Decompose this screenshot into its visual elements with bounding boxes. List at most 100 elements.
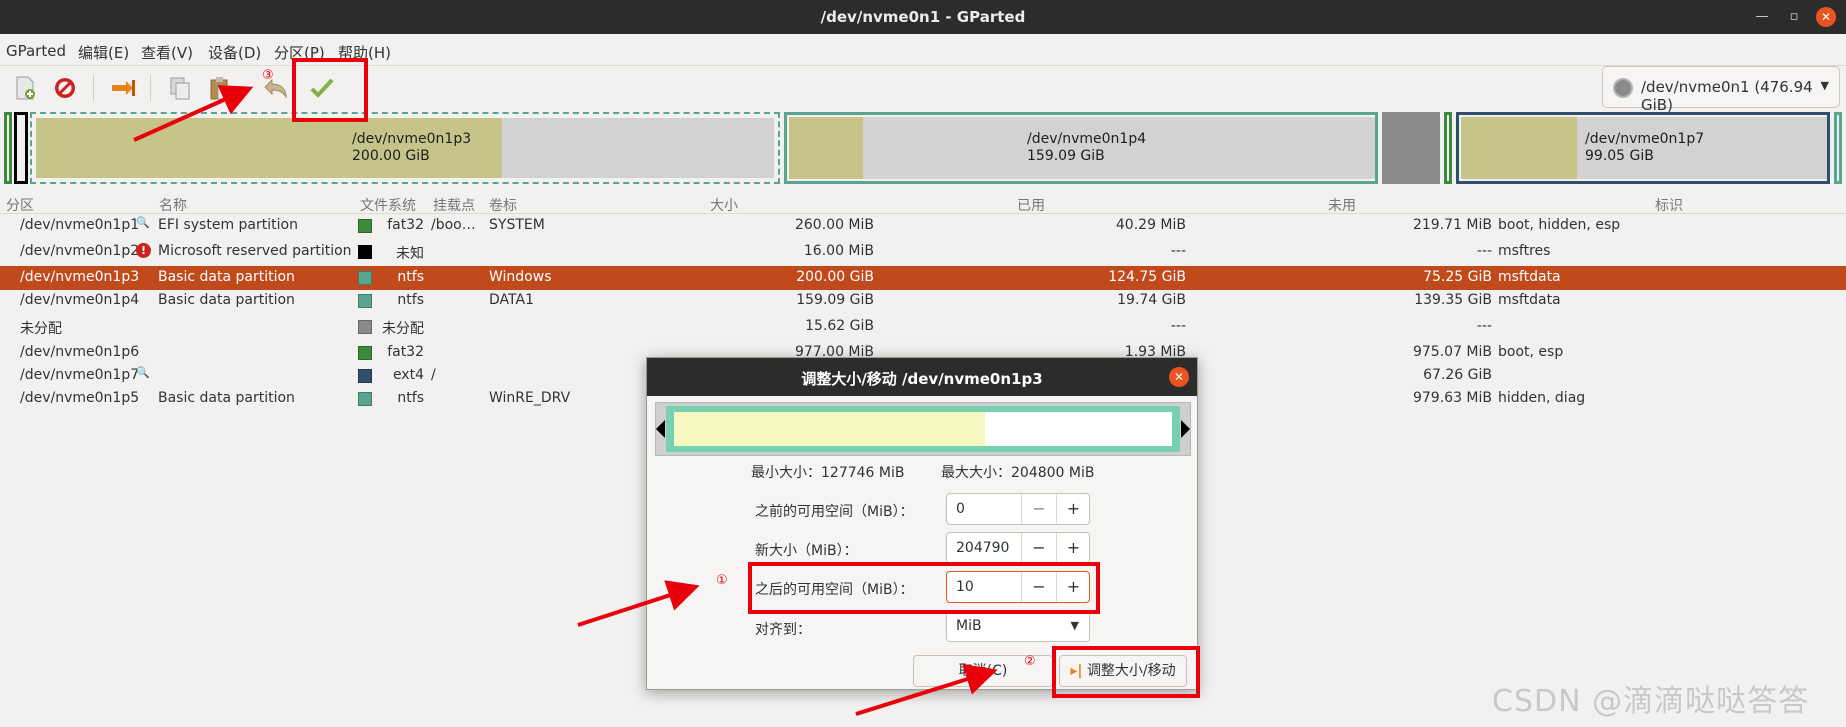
partition-map-segment-p5[interactable]	[1834, 112, 1842, 184]
cell-size: 15.62 GiB	[805, 318, 874, 334]
menu-gparted[interactable]: GParted	[6, 42, 66, 60]
cell-unused: 139.35 GiB	[1414, 292, 1492, 308]
cell-used: 19.74 GiB	[1117, 292, 1186, 308]
maximize-icon[interactable]: ▫	[1784, 7, 1804, 27]
cell-mountpoint: /boo…	[431, 217, 476, 233]
col-flags[interactable]: 标识	[1655, 195, 1683, 215]
cell-partition: 未分配	[20, 321, 62, 337]
cell-filesystem: ntfs	[397, 390, 424, 406]
filesystem-color-swatch	[358, 346, 372, 360]
device-selector-label: /dev/nvme0n1 (476.94 GiB)	[1641, 78, 1813, 114]
delete-icon[interactable]	[50, 74, 80, 102]
paste-icon[interactable]	[205, 74, 235, 102]
cell-name: Basic data partition	[158, 390, 295, 406]
new-size-spinner[interactable]: 204790 − +	[946, 532, 1090, 564]
table-row[interactable]: 未分配 未分配 15.62 GiB --- ---	[0, 315, 1846, 339]
partition-map-p4-size: 159.09 GiB	[1027, 148, 1105, 164]
partition-map-segment-p3[interactable]: /dev/nvme0n1p3 200.00 GiB	[30, 112, 780, 184]
key-icon: 🔍	[136, 366, 150, 379]
key-icon: 🔍	[136, 216, 150, 229]
toolbar-separator	[93, 75, 94, 101]
align-combo[interactable]: MiB ▼	[946, 610, 1090, 642]
error-icon: !	[136, 242, 151, 258]
cell-flags: msftres	[1498, 243, 1551, 259]
menu-edit[interactable]: 编辑(E)	[78, 42, 129, 63]
cell-mountpoint: /	[431, 367, 436, 383]
cell-label: DATA1	[489, 292, 534, 308]
partition-map-segment-p6[interactable]	[1444, 112, 1452, 184]
partition-table-header: 分区 名称 文件系统 挂载点 卷标 大小 已用 未用 标识	[0, 192, 1846, 214]
menu-device[interactable]: 设备(D)	[208, 42, 261, 63]
min-size-text: 最小大小：127746 MiB	[751, 465, 905, 481]
filesystem-color-swatch	[358, 271, 372, 285]
chevron-down-icon: ▼	[1820, 79, 1829, 92]
cell-used: 124.75 GiB	[1108, 269, 1186, 285]
cell-partition: /dev/nvme0n1p4	[20, 292, 140, 308]
chevron-down-icon: ▼	[1070, 619, 1079, 632]
cell-filesystem: 未分配	[382, 321, 424, 337]
used-space-bar	[674, 412, 986, 446]
cell-filesystem: fat32	[387, 217, 424, 233]
table-row[interactable]: /dev/nvme0n1p1 🔍 EFI system partition fat32…	[0, 214, 1846, 238]
table-row[interactable]: /dev/nvme0n1p4 Basic data partition ntfs DA…	[0, 289, 1846, 313]
col-used[interactable]: 已用	[1017, 195, 1045, 215]
minus-icon[interactable]: −	[1021, 533, 1056, 563]
minimize-icon[interactable]: —	[1752, 7, 1772, 27]
free-before-value[interactable]: 0	[956, 501, 965, 517]
new-size-value[interactable]: 204790	[956, 540, 1009, 556]
right-handle-icon[interactable]	[1181, 420, 1190, 438]
filesystem-color-swatch	[358, 392, 372, 406]
partition-map-segment-unallocated[interactable]	[1382, 112, 1440, 184]
col-label[interactable]: 卷标	[489, 195, 517, 215]
col-partition[interactable]: 分区	[6, 195, 34, 215]
dialog-close-icon[interactable]: ✕	[1169, 367, 1189, 387]
copy-icon[interactable]	[165, 74, 195, 102]
highlight-free-after-field	[748, 562, 1100, 614]
cell-partition: /dev/nvme0n1p1	[20, 217, 140, 233]
free-before-spinner[interactable]: 0 − +	[946, 493, 1090, 525]
minus-icon[interactable]: −	[1021, 494, 1056, 524]
col-name[interactable]: 名称	[159, 195, 187, 215]
menu-view[interactable]: 查看(V)	[141, 42, 193, 63]
partition-map-segment-p7[interactable]: /dev/nvme0n1p7 99.05 GiB	[1456, 112, 1830, 184]
free-before-label: 之前的可用空间（MiB）：	[755, 504, 914, 520]
annotation-number-2: ②	[1024, 654, 1036, 669]
dialog-title: 调整大小/移动 /dev/nvme0n1p3	[801, 370, 1043, 388]
cell-flags: msftdata	[1498, 292, 1561, 308]
partition-map-segment-p4[interactable]: /dev/nvme0n1p4 159.09 GiB	[784, 112, 1378, 184]
cell-filesystem: 未知	[396, 246, 424, 262]
plus-icon[interactable]: +	[1056, 533, 1090, 563]
toolbar	[0, 66, 1846, 110]
cell-flags: boot, esp	[1498, 344, 1564, 360]
filesystem-color-swatch	[358, 219, 372, 233]
table-row[interactable]: /dev/nvme0n1p3 Basic data partition ntfs Wi…	[0, 266, 1846, 290]
cell-name: EFI system partition	[158, 217, 298, 233]
cell-partition: /dev/nvme0n1p3	[20, 269, 140, 285]
table-row[interactable]: /dev/nvme0n1p2! Microsoft reserved partit…	[0, 240, 1846, 264]
filesystem-color-swatch	[358, 245, 372, 259]
cell-filesystem: fat32	[387, 344, 424, 360]
partition-map: /dev/nvme0n1p3 200.00 GiB /dev/nvme0n1p4…	[4, 112, 1842, 184]
left-handle-icon[interactable]	[656, 420, 665, 438]
new-partition-icon[interactable]	[10, 74, 40, 102]
partition-resizer[interactable]	[655, 402, 1191, 456]
resize-move-icon[interactable]	[108, 74, 138, 102]
cell-unused: 979.63 MiB	[1412, 390, 1492, 406]
col-mountpoint[interactable]: 挂载点	[433, 195, 475, 215]
col-size[interactable]: 大小	[710, 195, 738, 215]
filesystem-color-swatch	[358, 294, 372, 308]
align-label: 对齐到：	[755, 622, 811, 638]
plus-icon[interactable]: +	[1056, 494, 1090, 524]
close-icon[interactable]: ✕	[1816, 7, 1836, 27]
col-unused[interactable]: 未用	[1328, 195, 1356, 215]
cell-flags: msftdata	[1498, 269, 1561, 285]
col-filesystem[interactable]: 文件系统	[360, 195, 416, 215]
resize-move-dialog: 调整大小/移动 /dev/nvme0n1p3 ✕ 最小大小：127746 MiB…	[646, 357, 1198, 690]
cell-size: 159.09 GiB	[796, 292, 874, 308]
cell-flags: boot, hidden, esp	[1498, 217, 1621, 233]
partition-map-p7-name: /dev/nvme0n1p7	[1585, 131, 1705, 147]
partition-map-segment-p1[interactable]	[4, 112, 12, 184]
cell-size: 200.00 GiB	[796, 269, 874, 285]
partition-map-segment-p2[interactable]	[14, 112, 28, 184]
device-selector[interactable]: /dev/nvme0n1 (476.94 GiB) ▼	[1602, 66, 1840, 114]
